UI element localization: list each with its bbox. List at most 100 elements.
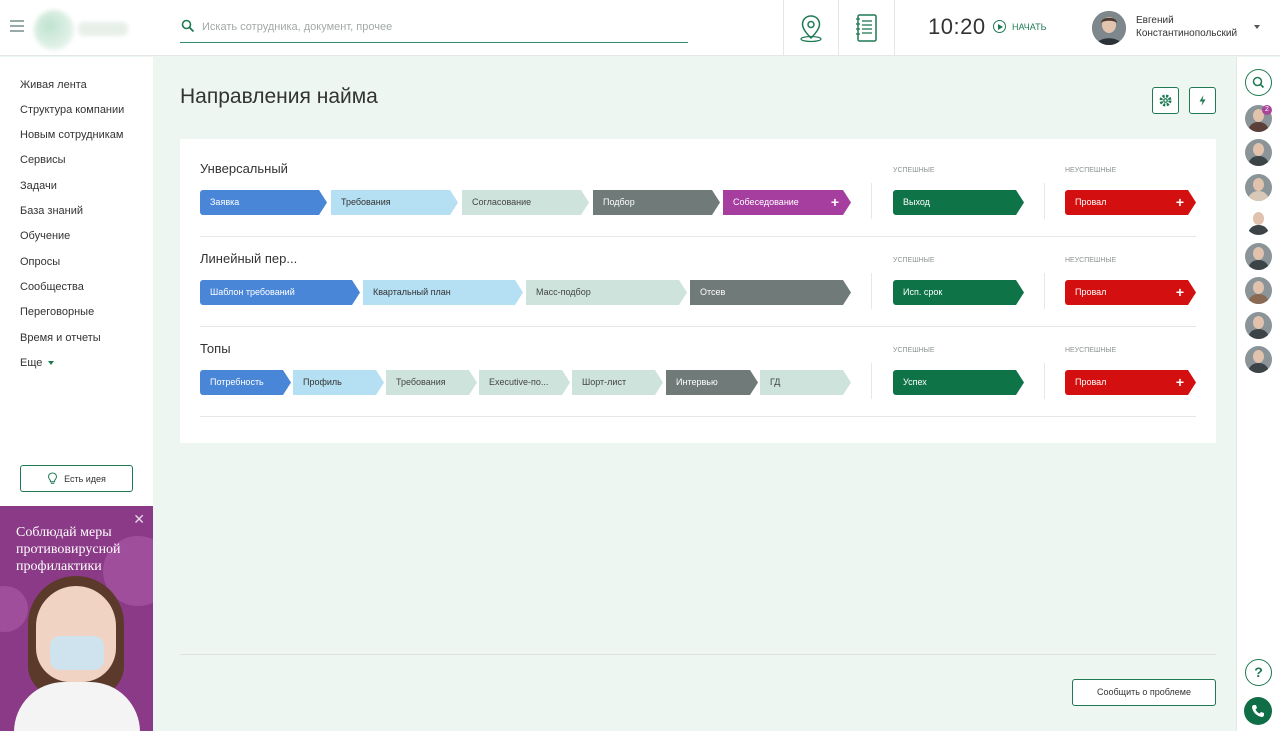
pipeline-stage[interactable]: Отсев <box>690 280 851 305</box>
pipeline-stage[interactable]: ГД <box>760 370 851 395</box>
row-divider <box>200 416 1196 417</box>
quick-action-button[interactable] <box>1189 87 1216 114</box>
sidebar-item-new-employees[interactable]: Новым сотрудникам <box>20 129 123 141</box>
idea-button-label: Есть идея <box>64 473 106 484</box>
column-divider <box>871 273 872 309</box>
notebook-icon[interactable] <box>850 12 882 44</box>
user-name: Евгений Константинопольский <box>1136 14 1237 40</box>
work-clock: 10:20 <box>928 14 986 39</box>
fail-stage-label: Провал <box>1075 197 1107 207</box>
success-stage[interactable]: Исп. срок <box>893 280 1024 305</box>
pipeline-stage[interactable]: Executive-по... <box>479 370 570 395</box>
contact-avatar[interactable] <box>1245 139 1272 166</box>
pipeline-stage[interactable]: Профиль <box>293 370 384 395</box>
pipeline-stage[interactable]: Заявка <box>200 190 327 215</box>
close-icon[interactable]: ✕ <box>133 511 145 528</box>
location-pin-icon[interactable] <box>795 12 827 44</box>
lightbulb-icon <box>48 472 58 484</box>
add-fail-icon[interactable]: + <box>1176 280 1184 305</box>
header-divider <box>838 0 839 56</box>
page-title: Направления найма <box>180 85 378 108</box>
sidebar-item-meeting-rooms[interactable]: Переговорные <box>20 306 94 318</box>
search-icon <box>181 19 195 33</box>
pipeline-stage[interactable]: Согласование <box>462 190 589 215</box>
fail-column-label: НЕУСПЕШНЫЕ <box>1065 347 1117 354</box>
pipeline-stage[interactable]: Подбор <box>593 190 720 215</box>
phone-button[interactable] <box>1244 697 1272 725</box>
pipeline-stage[interactable]: Интервью <box>666 370 758 395</box>
sidebar-item-live-feed[interactable]: Живая лента <box>20 79 87 91</box>
contact-avatar[interactable] <box>1245 174 1272 201</box>
notification-badge: 2 <box>1262 105 1272 115</box>
sidebar-item-company-structure[interactable]: Структура компании <box>20 104 124 116</box>
pipeline-stage[interactable]: Шорт-лист <box>572 370 663 395</box>
report-problem-button[interactable]: Сообщить о проблеме <box>1072 679 1216 706</box>
banner-text: Соблюдай меры противовирусной профилакти… <box>16 525 121 574</box>
fail-stage[interactable]: Провал + <box>1065 370 1196 395</box>
add-fail-icon[interactable]: + <box>1176 190 1184 215</box>
direction-title[interactable]: Линейный пер... <box>200 251 297 266</box>
chevron-down-icon <box>1254 25 1260 29</box>
success-stage[interactable]: Успех <box>893 370 1024 395</box>
company-logo[interactable] <box>34 6 130 50</box>
fail-stage-label: Провал <box>1075 287 1107 297</box>
caret-down-icon <box>48 361 55 365</box>
sidebar-item-time-reports[interactable]: Время и отчеты <box>20 332 101 344</box>
pipeline-stage[interactable]: Шаблон требований <box>200 280 360 305</box>
column-divider <box>871 363 872 399</box>
fail-stage[interactable]: Провал + <box>1065 190 1196 215</box>
add-fail-icon[interactable]: + <box>1176 370 1184 395</box>
search-icon <box>1252 76 1265 89</box>
contact-avatar[interactable] <box>1245 346 1272 373</box>
direction-title[interactable]: Топы <box>200 341 231 356</box>
user-menu[interactable]: Евгений Константинопольский <box>1092 11 1272 45</box>
success-column-label: УСПЕШНЫЕ <box>893 347 935 354</box>
column-divider <box>871 183 872 219</box>
contact-avatar[interactable] <box>1245 312 1272 339</box>
pipeline-stage[interactable]: Потребность <box>200 370 291 395</box>
column-divider <box>1044 273 1045 309</box>
row-divider <box>200 236 1196 237</box>
start-workday-button[interactable]: НАЧАТЬ <box>993 20 1047 33</box>
pipeline-stage[interactable]: Масс-подбор <box>526 280 687 305</box>
settings-button[interactable] <box>1152 87 1179 114</box>
idea-button[interactable]: Есть идея <box>20 465 133 492</box>
success-column-label: УСПЕШНЫЕ <box>893 167 935 174</box>
header-divider <box>783 0 784 56</box>
sidebar-item-communities[interactable]: Сообщества <box>20 281 84 293</box>
medical-mask-image <box>50 636 104 670</box>
sidebar-item-training[interactable]: Обучение <box>20 230 70 242</box>
search-input[interactable] <box>202 17 672 37</box>
success-stage[interactable]: Выход <box>893 190 1024 215</box>
contact-avatar[interactable] <box>1245 208 1272 235</box>
sidebar-item-more-label: Еще <box>20 357 43 369</box>
sidebar-item-knowledge-base[interactable]: База знаний <box>20 205 83 217</box>
sidebar-item-services[interactable]: Сервисы <box>20 154 66 166</box>
direction-title[interactable]: Унверсальный <box>200 161 288 176</box>
sidebar-item-surveys[interactable]: Опросы <box>20 256 60 268</box>
top-header: 10:20 НАЧАТЬ Евгений Константинопольский <box>0 0 1280 56</box>
row-divider <box>200 326 1196 327</box>
hiring-directions-card: Унверсальный УСПЕШНЫЕ НЕУСПЕШНЫЕ Заявка … <box>180 139 1216 443</box>
pipeline-stage[interactable]: Квартальный план <box>363 280 523 305</box>
pipeline-stage[interactable]: Требования <box>331 190 458 215</box>
left-sidebar: Живая лента Структура компании Новым сот… <box>0 57 153 731</box>
contact-avatar[interactable] <box>1245 243 1272 270</box>
avatar <box>1092 11 1126 45</box>
fail-stage-label: Провал <box>1075 377 1107 387</box>
antiviral-banner[interactable]: Соблюдай меры противовирусной профилакти… <box>0 506 153 731</box>
contact-avatar[interactable] <box>1245 277 1272 304</box>
virus-decoration <box>0 586 28 632</box>
play-icon <box>993 20 1006 33</box>
user-first-name: Евгений <box>1136 15 1174 26</box>
help-button[interactable]: ? <box>1245 659 1272 686</box>
contacts-search-button[interactable] <box>1245 69 1272 96</box>
sidebar-item-more[interactable]: Еще <box>20 357 55 369</box>
sidebar-item-tasks[interactable]: Задачи <box>20 180 57 192</box>
add-stage-icon[interactable]: + <box>831 190 839 215</box>
global-search <box>180 14 688 43</box>
fail-stage[interactable]: Провал + <box>1065 280 1196 305</box>
pipeline-stage-last[interactable]: Собеседование + <box>723 190 851 215</box>
menu-icon[interactable] <box>10 20 24 32</box>
pipeline-stage[interactable]: Требования <box>386 370 477 395</box>
